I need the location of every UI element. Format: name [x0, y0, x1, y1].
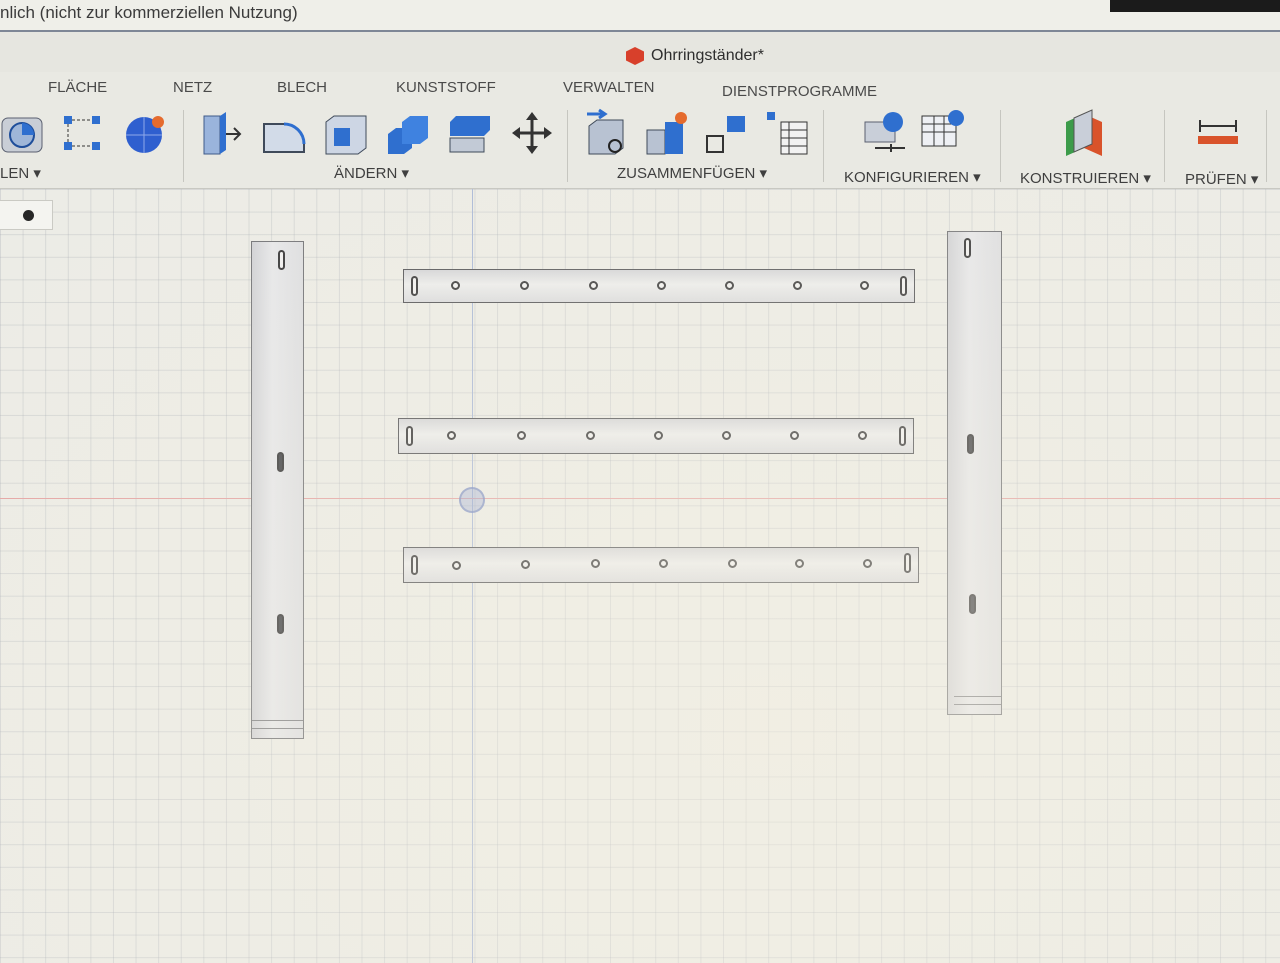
combine-icon[interactable] [384, 108, 432, 158]
round-hole [517, 431, 526, 440]
round-hole [793, 281, 802, 290]
document-tab[interactable]: Ohrringständer* [626, 47, 764, 65]
group-separator [183, 110, 184, 182]
window-title: nlich (nicht zur kommerziellen Nutzung) [0, 3, 298, 22]
group-label-pruefen[interactable]: PRÜFEN ▾ [1185, 170, 1258, 188]
measure-icon[interactable] [1194, 108, 1242, 158]
move-icon[interactable] [508, 108, 556, 158]
revolve-icon[interactable] [0, 108, 48, 158]
shell-icon[interactable] [322, 108, 370, 158]
vertical-bar-left[interactable] [251, 241, 304, 739]
round-hole [589, 281, 598, 290]
round-hole [860, 281, 869, 290]
group-separator [1266, 110, 1267, 182]
configure-icon[interactable] [861, 108, 909, 158]
horizontal-bar-bottom[interactable] [403, 547, 919, 583]
group-label-len[interactable]: LEN ▾ [0, 164, 41, 182]
document-title: Ohrringständer* [651, 47, 764, 64]
slot-hole [967, 434, 974, 454]
horizontal-bar-middle[interactable] [398, 418, 914, 454]
round-hole [795, 559, 804, 568]
tab-kunststoff[interactable]: KUNSTSTOFF [396, 79, 496, 96]
push-pull-icon[interactable] [198, 108, 246, 158]
round-hole [451, 281, 460, 290]
round-hole [659, 559, 668, 568]
group-separator [1000, 110, 1001, 182]
fillet-icon[interactable] [260, 108, 308, 158]
group-label-konstruieren[interactable]: KONSTRUIEREN ▾ [1020, 169, 1151, 187]
tab-flaeche[interactable]: FLÄCHE [48, 79, 107, 96]
document-bar: Ohrringständer* [0, 32, 1280, 72]
slot-hole [411, 276, 418, 296]
browser-toggle-button[interactable] [0, 200, 53, 230]
round-hole [447, 431, 456, 440]
horizontal-bar-top[interactable] [403, 269, 915, 303]
slot-hole [969, 594, 976, 614]
x-axis-line [0, 498, 1280, 499]
title-bar-controls [1110, 0, 1280, 12]
round-hole [591, 559, 600, 568]
dot-icon [23, 210, 34, 221]
round-hole [452, 561, 461, 570]
round-hole [586, 431, 595, 440]
slot-hole [277, 452, 284, 472]
bill-of-materials-icon[interactable] [763, 108, 811, 158]
new-component-icon[interactable] [583, 108, 631, 158]
group-label-konfigurieren[interactable]: KONFIGURIEREN ▾ [844, 168, 981, 186]
design-viewport[interactable] [0, 189, 1280, 963]
group-separator [823, 110, 824, 182]
round-hole [657, 281, 666, 290]
slot-hole [899, 426, 906, 446]
round-hole [728, 559, 737, 568]
slot-hole [964, 238, 971, 258]
tab-verwalten[interactable]: VERWALTEN [563, 79, 654, 96]
replace-face-icon[interactable] [446, 108, 494, 158]
bar-edge-line [954, 704, 1001, 705]
configuration-table-icon[interactable] [918, 108, 966, 158]
group-label-zusammenfuegen[interactable]: ZUSAMMENFÜGEN ▾ [617, 164, 767, 182]
slot-hole [411, 555, 418, 575]
round-hole [725, 281, 734, 290]
document-icon [626, 47, 644, 65]
round-hole [521, 560, 530, 569]
slot-hole [406, 426, 413, 446]
group-separator [1164, 110, 1165, 182]
form-icon[interactable] [120, 108, 168, 158]
round-hole [654, 431, 663, 440]
slot-hole [904, 553, 911, 573]
group-separator [567, 110, 568, 182]
bar-edge-line [954, 696, 1001, 697]
joint-icon[interactable] [643, 108, 691, 158]
origin-marker[interactable] [459, 487, 485, 513]
construct-plane-icon[interactable] [1060, 108, 1108, 158]
round-hole [520, 281, 529, 290]
tab-netz[interactable]: NETZ [173, 79, 212, 96]
tab-blech[interactable]: BLECH [277, 79, 327, 96]
vertical-bar-right[interactable] [947, 231, 1002, 715]
group-label-aendern[interactable]: ÄNDERN ▾ [334, 164, 409, 182]
bar-edge-line [252, 728, 303, 729]
slot-hole [278, 250, 285, 270]
sketch-dimension-icon[interactable] [58, 108, 106, 158]
as-built-joint-icon[interactable] [703, 108, 751, 158]
round-hole [722, 431, 731, 440]
round-hole [863, 559, 872, 568]
window-title-bar: nlich (nicht zur kommerziellen Nutzung) [0, 0, 1280, 32]
bar-edge-line [252, 720, 303, 721]
round-hole [858, 431, 867, 440]
ribbon-toolbar: FLÄCHE NETZ BLECH KUNSTSTOFF VERWALTEN D… [0, 72, 1280, 189]
round-hole [790, 431, 799, 440]
tab-dienstprogramme[interactable]: DIENSTPROGRAMME [722, 83, 877, 100]
slot-hole [277, 614, 284, 634]
slot-hole [900, 276, 907, 296]
